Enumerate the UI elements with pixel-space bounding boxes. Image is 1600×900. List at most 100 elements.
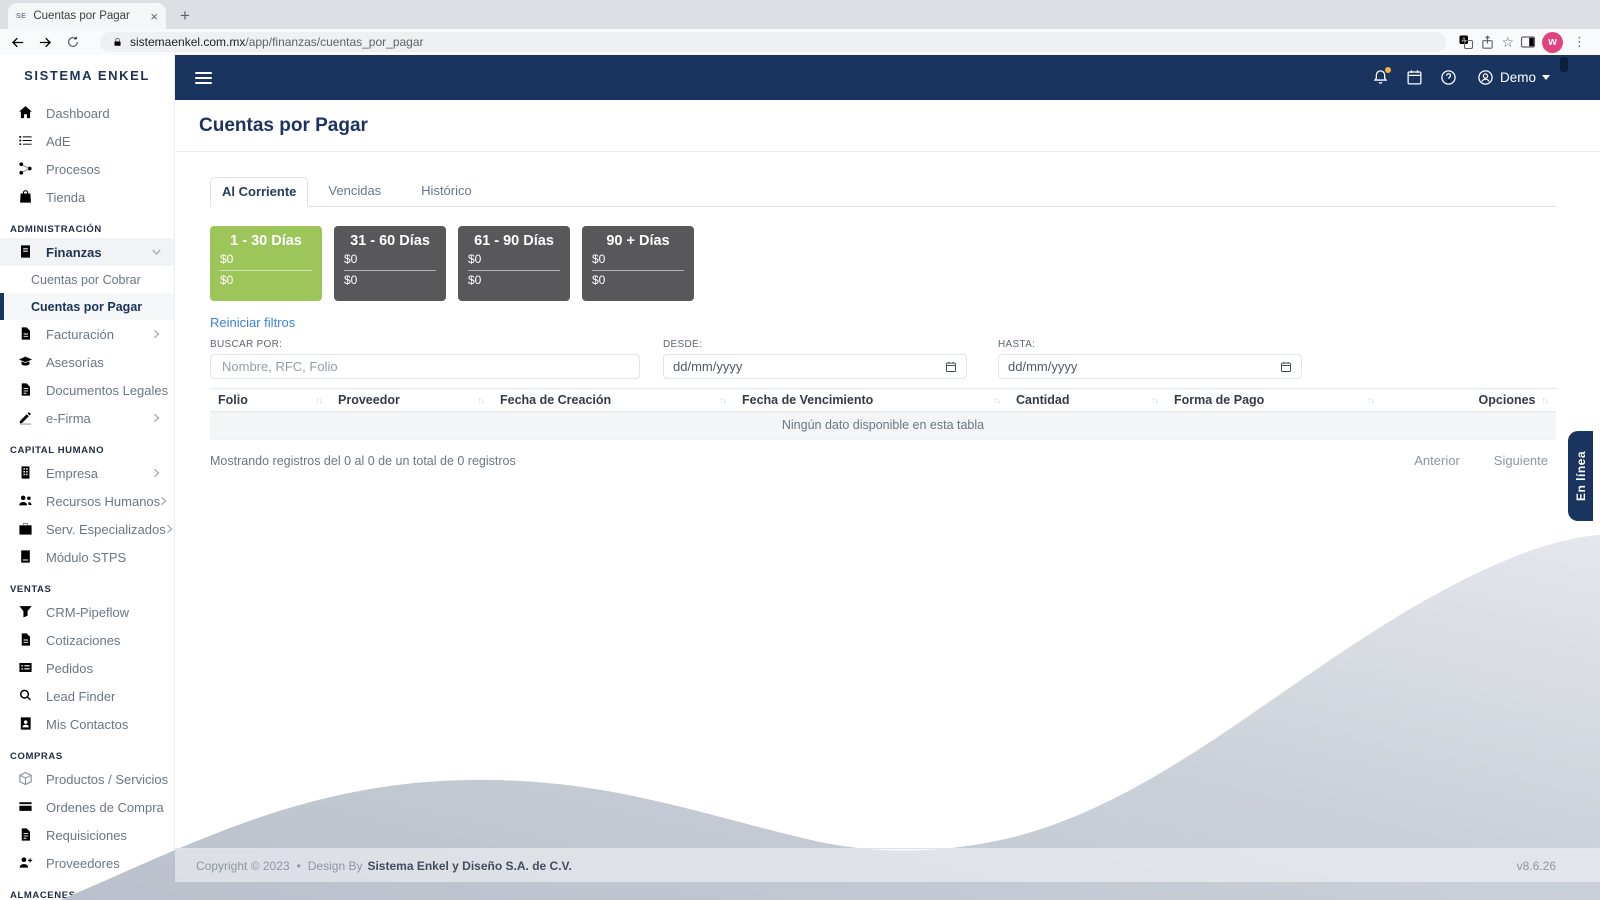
calendar-picker-icon[interactable]	[945, 361, 957, 373]
card-amount-bottom: $0	[220, 271, 312, 291]
sidebar-section-compras: COMPRAS	[0, 751, 174, 762]
back-icon[interactable]	[10, 35, 32, 50]
page-title: Cuentas por Pagar	[199, 115, 368, 137]
filters-row: BUSCAR POR: DESDE: dd/mm/yyyy HASTA: dd	[210, 339, 1556, 379]
browser-profile-avatar[interactable]: w	[1542, 32, 1563, 53]
user-menu[interactable]: Demo	[1477, 69, 1550, 86]
search-input[interactable]	[220, 358, 630, 375]
sidebar-item-empresa[interactable]: Empresa	[0, 459, 174, 487]
sidebar-item-pedidos[interactable]: Pedidos	[0, 654, 174, 682]
empty-table-message: Ningún dato disponible en esta tabla	[210, 412, 1556, 440]
page-header: Cuentas por Pagar	[175, 100, 1600, 152]
browser-menu-icon[interactable]: ⋮	[1569, 34, 1590, 50]
table-header-row: Folio Proveedor Fecha de Creación Fecha …	[210, 389, 1556, 412]
sidebar-item-efirma[interactable]: e-Firma	[0, 404, 174, 432]
sidebar-item-ordenes-de-compra[interactable]: Ordenes de Compra	[0, 793, 174, 821]
sidebar-item-label: Serv. Especializados	[46, 522, 166, 537]
new-tab-button[interactable]: +	[180, 3, 190, 29]
browser-tab-title: Cuentas por Pagar	[33, 10, 143, 22]
hamburger-menu-icon[interactable]	[195, 72, 212, 84]
bookmark-star-icon[interactable]: ☆	[1501, 34, 1514, 51]
sidebar-item-facturacion[interactable]: Facturación	[0, 320, 174, 348]
sidebar-subitem-cuentas-por-pagar[interactable]: Cuentas por Pagar	[0, 293, 174, 320]
tab-vencidas[interactable]: Vencidas	[308, 176, 401, 206]
sidebar-item-label: Módulo STPS	[46, 550, 126, 565]
card-1-30-dias[interactable]: 1 - 30 Días $0 $0	[210, 226, 322, 301]
sidebar-item-productos-servicios[interactable]: Productos / Servicios	[0, 765, 174, 793]
bag-icon	[18, 189, 34, 205]
sort-icon[interactable]	[316, 395, 323, 405]
forward-icon[interactable]	[38, 35, 60, 50]
column-header-forma-de-pago[interactable]: Forma de Pago	[1166, 389, 1382, 412]
calendar-icon[interactable]	[1406, 69, 1423, 86]
sidebar-subitem-label: Cuentas por Pagar	[31, 300, 142, 314]
column-header-opciones[interactable]: Opciones	[1382, 389, 1556, 412]
document-icon	[18, 382, 34, 398]
sidebar-item-asesorias[interactable]: Asesorías	[0, 348, 174, 376]
previous-page-button[interactable]: Anterior	[1414, 453, 1460, 468]
calendar-picker-icon[interactable]	[1280, 361, 1292, 373]
address-bar[interactable]: sistemaenkel.com.mx/app/finanzas/cuentas…	[100, 32, 1446, 52]
sidebar-item-crm-pipeflow[interactable]: CRM-Pipeflow	[0, 598, 174, 626]
sidebar-item-requisiciones[interactable]: Requisiciones	[0, 821, 174, 849]
sort-icon[interactable]	[478, 395, 485, 405]
sidebar-subitem-cuentas-por-cobrar[interactable]: Cuentas por Cobrar	[0, 266, 174, 293]
sidebar-section-capital-humano: CAPITAL HUMANO	[0, 445, 174, 456]
sort-icon[interactable]	[994, 395, 1001, 405]
date-to-label: HASTA:	[998, 339, 1302, 350]
sort-icon[interactable]	[1368, 395, 1375, 405]
sidebar-item-tienda[interactable]: Tienda	[0, 183, 174, 211]
date-from-input[interactable]: dd/mm/yyyy	[663, 354, 967, 379]
copyright-text: Copyright © 2023	[196, 859, 290, 873]
share-icon[interactable]	[1480, 35, 1495, 50]
card-61-90-dias[interactable]: 61 - 90 Días $0 $0	[458, 226, 570, 301]
card-amount-top: $0	[220, 250, 312, 271]
online-chat-tab[interactable]: En línea	[1568, 431, 1593, 521]
sidebar-item-label: AdE	[46, 134, 71, 149]
sidebar-item-proveedores[interactable]: Proveedores	[0, 849, 174, 877]
reload-icon[interactable]	[66, 35, 88, 49]
date-to-input[interactable]: dd/mm/yyyy	[998, 354, 1302, 379]
sidebar-item-cotizaciones[interactable]: Cotizaciones	[0, 626, 174, 654]
bell-icon[interactable]	[1372, 69, 1389, 86]
search-label: BUSCAR POR:	[210, 339, 640, 350]
card-31-60-dias[interactable]: 31 - 60 Días $0 $0	[334, 226, 446, 301]
company-name: Sistema Enkel y Diseño S.A. de C.V.	[367, 859, 571, 873]
column-header-fecha-creacion[interactable]: Fecha de Creación	[492, 389, 734, 412]
column-header-folio[interactable]: Folio	[210, 389, 330, 412]
next-page-button[interactable]: Siguiente	[1494, 453, 1548, 468]
search-icon	[18, 688, 34, 704]
chevron-right-icon	[166, 524, 173, 534]
tab-al-corriente[interactable]: Al Corriente	[210, 177, 308, 207]
reset-filters-link[interactable]: Reiniciar filtros	[210, 315, 295, 330]
scrollbar-thumb[interactable]	[1560, 57, 1568, 72]
help-icon[interactable]	[1440, 69, 1457, 86]
sort-icon[interactable]	[720, 395, 727, 405]
card-icon	[18, 799, 34, 815]
sidebar-item-recursos-humanos[interactable]: Recursos Humanos	[0, 487, 174, 515]
design-by-text: Design By	[308, 859, 363, 873]
sidebar-item-documentos-legales[interactable]: Documentos Legales	[0, 376, 174, 404]
sidebar-item-procesos[interactable]: Procesos	[0, 155, 174, 183]
column-header-fecha-vencimiento[interactable]: Fecha de Vencimiento	[734, 389, 1008, 412]
sidebar-item-dashboard[interactable]: Dashboard	[0, 99, 174, 127]
ledger-icon	[18, 244, 34, 260]
sidebar-item-modulo-stps[interactable]: Módulo STPS	[0, 543, 174, 571]
translate-icon[interactable]	[1458, 34, 1474, 50]
tab-historico[interactable]: Histórico	[401, 176, 492, 206]
sidebar-item-serv-especializados[interactable]: Serv. Especializados	[0, 515, 174, 543]
sidebar-item-finanzas[interactable]: Finanzas	[0, 238, 174, 266]
card-90-plus-dias[interactable]: 90 + Días $0 $0	[582, 226, 694, 301]
column-header-cantidad[interactable]: Cantidad	[1008, 389, 1166, 412]
sidebar-item-mis-contactos[interactable]: Mis Contactos	[0, 710, 174, 738]
sidebar-item-lead-finder[interactable]: Lead Finder	[0, 682, 174, 710]
sidebar-item-ade[interactable]: AdE	[0, 127, 174, 155]
side-panel-icon[interactable]	[1520, 34, 1536, 50]
browser-tab[interactable]: SE Cuentas por Pagar ×	[8, 3, 166, 29]
user-menu-label: Demo	[1500, 70, 1536, 85]
column-header-proveedor[interactable]: Proveedor	[330, 389, 492, 412]
card-amount-top: $0	[592, 250, 684, 271]
sort-icon[interactable]	[1152, 395, 1159, 405]
sort-icon[interactable]	[1542, 395, 1549, 405]
tab-close-icon[interactable]: ×	[150, 10, 158, 23]
